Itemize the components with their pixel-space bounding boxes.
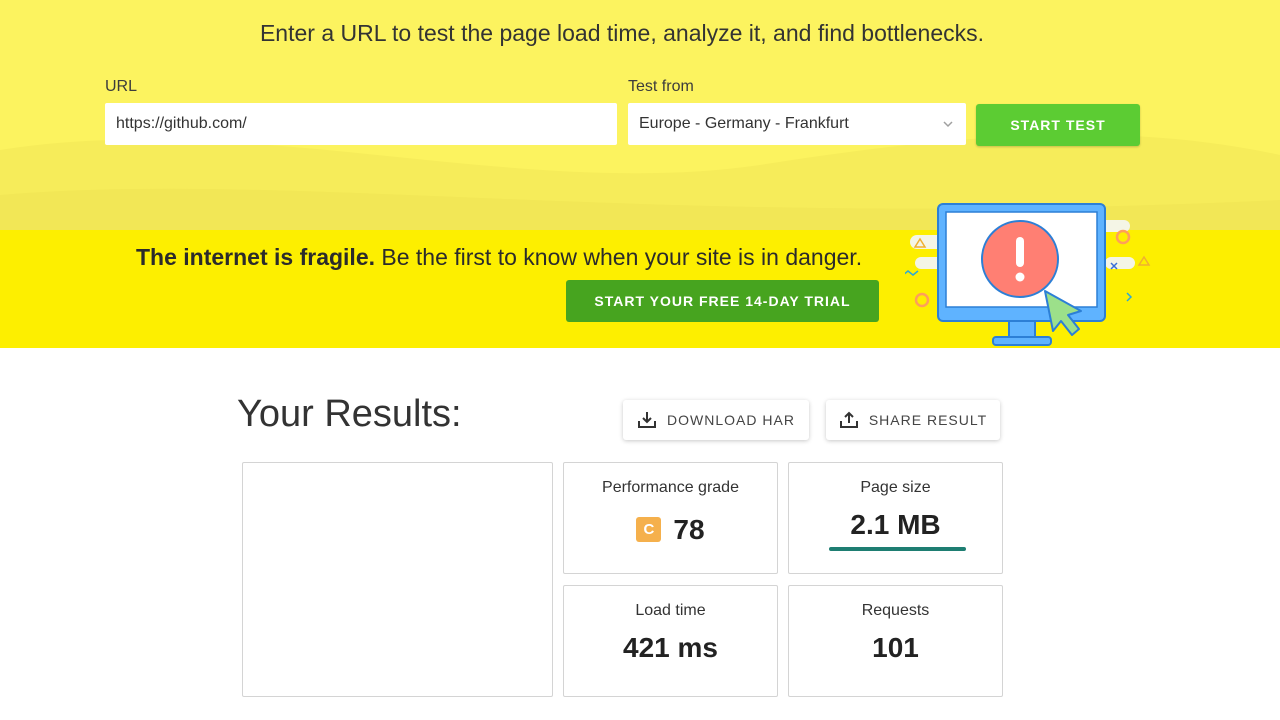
banner-regular-text: Be the first to know when your site is i… <box>375 244 863 270</box>
location-select[interactable]: Europe - Germany - Frankfurt <box>628 103 966 145</box>
url-input[interactable] <box>105 103 617 145</box>
load-time-value: 421 ms <box>623 632 718 663</box>
start-test-button[interactable]: START TEST <box>976 104 1140 146</box>
page-size-value: 2.1 MB <box>850 509 941 540</box>
share-result-button[interactable]: SHARE RESULT <box>826 400 1000 440</box>
chevron-down-icon <box>942 103 954 162</box>
banner-text: The internet is fragile. Be the first to… <box>136 244 862 271</box>
free-trial-button[interactable]: START YOUR FREE 14-DAY TRIAL <box>566 280 879 322</box>
load-time-label: Load time <box>635 602 706 619</box>
share-result-label: SHARE RESULT <box>868 412 988 428</box>
location-value: Europe - Germany - Frankfurt <box>639 115 849 132</box>
download-har-button[interactable]: DOWNLOAD HAR <box>623 400 809 440</box>
url-label: URL <box>105 78 138 95</box>
monitor-alert-illustration <box>905 203 1151 346</box>
download-icon <box>637 411 657 429</box>
requests-label: Requests <box>861 602 930 619</box>
download-har-label: DOWNLOAD HAR <box>667 412 795 428</box>
results-title: Your Results: <box>237 393 462 435</box>
performance-grade-value: C 78 <box>564 509 777 546</box>
performance-grade-card: Performance grade C 78 <box>563 462 778 574</box>
requests-card: Requests 101 <box>788 585 1003 697</box>
page-screenshot-panel <box>242 462 553 697</box>
load-time-card: Load time 421 ms <box>563 585 778 697</box>
requests-value: 101 <box>872 632 919 663</box>
page-size-bar <box>829 547 966 551</box>
location-label: Test from <box>628 78 694 95</box>
performance-score: 78 <box>673 513 705 545</box>
performance-grade-label: Performance grade <box>602 479 739 496</box>
share-icon <box>839 411 859 429</box>
page-heading: Enter a URL to test the page load time, … <box>259 20 985 46</box>
page-size-card: Page size 2.1 MB <box>788 462 1003 574</box>
banner-bold-text: The internet is fragile. <box>136 244 375 270</box>
page-size-label: Page size <box>860 479 931 496</box>
grade-badge: C <box>636 517 662 542</box>
